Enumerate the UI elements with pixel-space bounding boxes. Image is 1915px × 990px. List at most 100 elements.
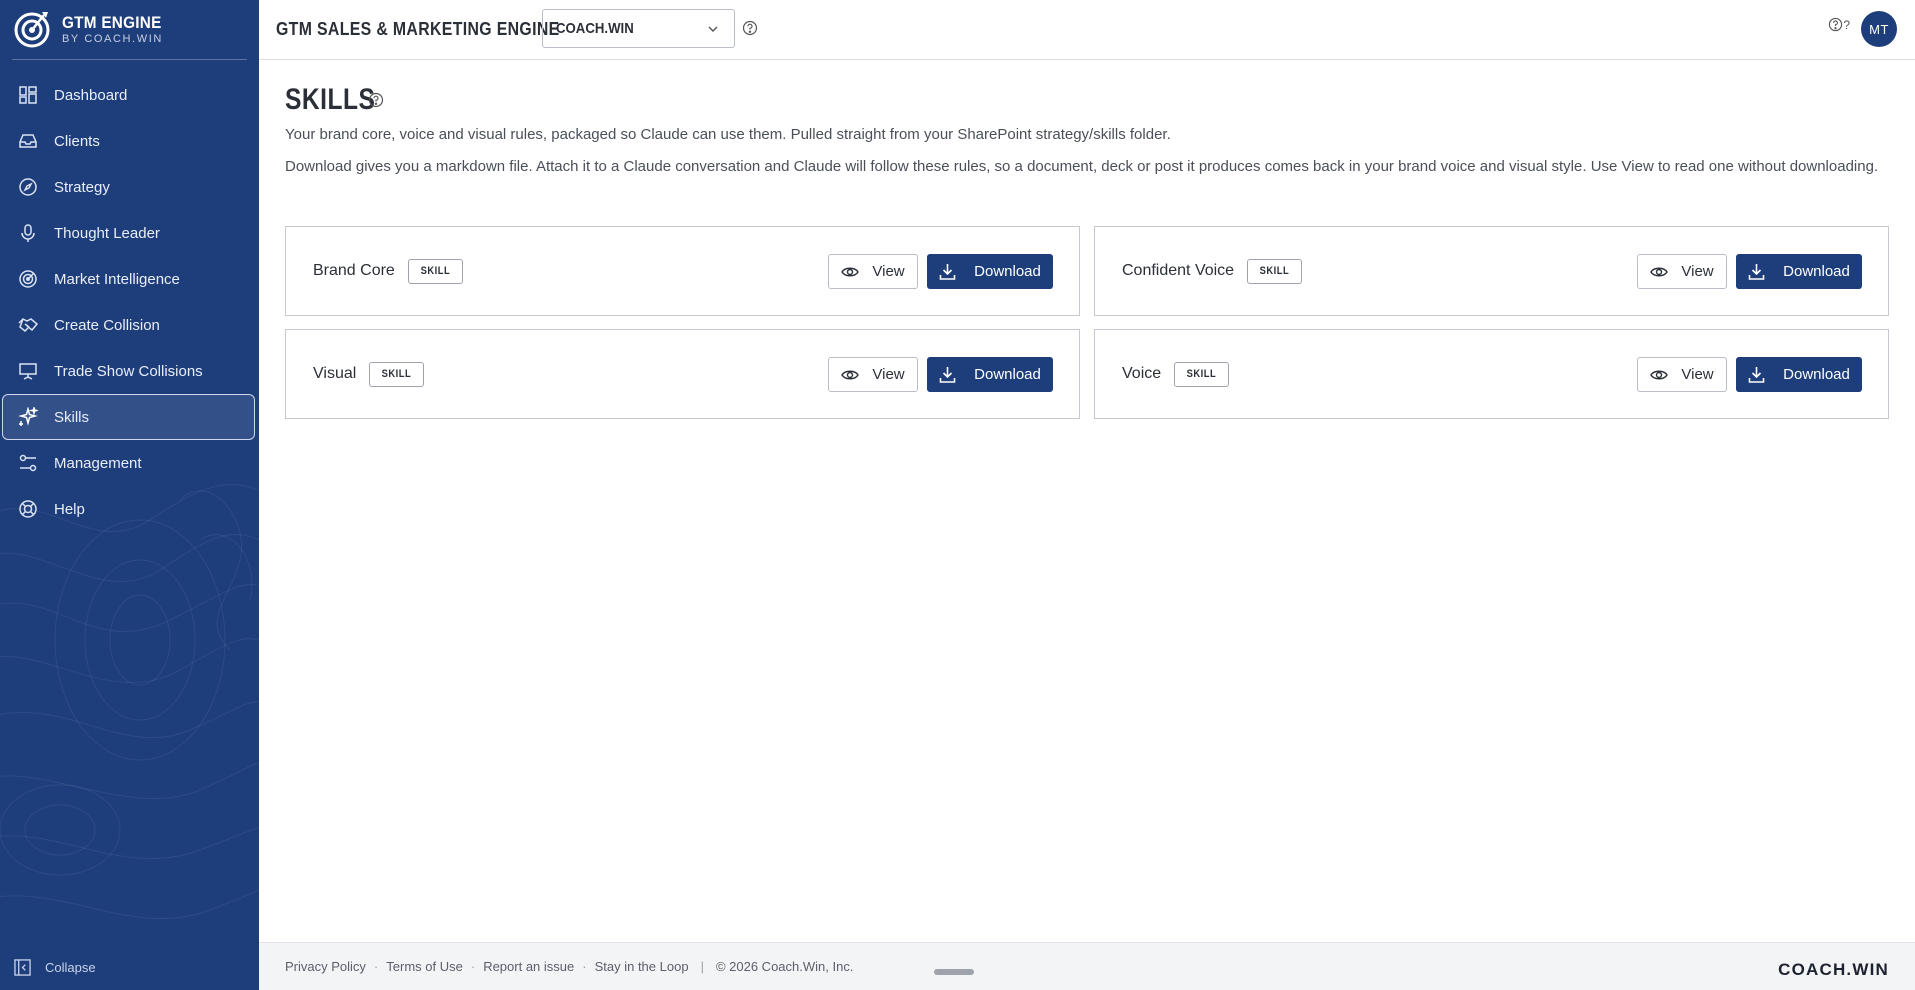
view-label: View [872, 366, 905, 383]
download-icon [1748, 264, 1765, 280]
resize-handle[interactable] [934, 969, 974, 975]
help-circle-icon[interactable] [742, 20, 758, 36]
presentation-icon [18, 361, 38, 381]
footer-separator: · [373, 959, 379, 974]
sidebar-item-dashboard[interactable]: Dashboard [2, 72, 255, 118]
sidebar: GTM ENGINE BY COACH.WIN Dashboard Client… [0, 0, 259, 990]
sidebar-item-label: Thought Leader [54, 224, 160, 242]
footer-separator: · [470, 959, 476, 974]
sidebar-item-label: Dashboard [54, 86, 128, 104]
sidebar-item-create-collision[interactable]: Create Collision [2, 302, 255, 348]
microphone-icon [18, 223, 38, 243]
sidebar-item-help[interactable]: Help [2, 486, 255, 532]
download-button[interactable]: Download [927, 254, 1053, 289]
view-button[interactable]: View [1637, 254, 1727, 289]
skill-card-voice: Voice SKILL View Download [1094, 329, 1889, 419]
collapse-button[interactable]: Collapse [14, 959, 96, 976]
brand[interactable]: GTM ENGINE BY COACH.WIN [12, 9, 173, 49]
page-instructions: Download gives you a markdown file. Atta… [285, 158, 1879, 175]
sidebar-nav: Dashboard Clients Strategy Thought Leade… [0, 72, 259, 532]
skill-badge: SKILL [407, 258, 463, 284]
skill-name: Visual [313, 365, 357, 382]
sidebar-item-trade-show-collisions[interactable]: Trade Show Collisions [2, 348, 255, 394]
sidebar-item-label: Management [54, 454, 142, 472]
chevron-down-icon [708, 26, 718, 32]
main-content: SKILLS Your brand core, voice and visual… [259, 61, 1915, 942]
client-select-value: COACH.WIN [556, 20, 634, 37]
skill-badge-text: SKILL [381, 368, 412, 380]
view-button[interactable]: View [1637, 357, 1727, 392]
help-menu-button[interactable]: ? [1828, 17, 1850, 32]
handshake-icon [18, 315, 38, 335]
sidebar-item-label: Market Intelligence [54, 270, 180, 288]
avatar[interactable]: MT [1861, 11, 1897, 47]
download-label: Download [974, 263, 1041, 280]
sidebar-item-label: Create Collision [54, 316, 160, 334]
view-button[interactable]: View [828, 357, 918, 392]
download-label: Download [1783, 366, 1850, 383]
footer: Privacy Policy · Terms of Use · Report a… [259, 942, 1915, 990]
dashboard-icon [18, 85, 38, 105]
eye-icon [841, 267, 860, 276]
sidebar-item-market-intelligence[interactable]: Market Intelligence [2, 256, 255, 302]
footer-link-report-issue[interactable]: Report an issue [483, 959, 574, 974]
view-label: View [1681, 366, 1714, 383]
sidebar-item-management[interactable]: Management [2, 440, 255, 486]
sparkles-icon [18, 407, 38, 427]
skill-badge-text: SKILL [1259, 265, 1290, 277]
help-menu-text: ? [1843, 17, 1850, 32]
eye-icon [841, 370, 860, 379]
help-circle-icon[interactable] [368, 92, 384, 108]
skill-card-brand-core: Brand Core SKILL View Download [285, 226, 1080, 316]
footer-link-terms-of-use[interactable]: Terms of Use [386, 959, 463, 974]
sidebar-item-label: Clients [54, 132, 100, 150]
eye-icon [1650, 267, 1669, 276]
footer-logo: COACH.WIN [1778, 960, 1889, 979]
sidebar-item-label: Help [54, 500, 85, 518]
download-label: Download [974, 366, 1041, 383]
page-title: SKILLS [285, 83, 376, 116]
footer-copyright: © 2026 Coach.Win, Inc. [715, 959, 854, 974]
sliders-icon [18, 453, 38, 473]
lifebuoy-icon [18, 499, 38, 519]
skill-badge: SKILL [1247, 258, 1302, 284]
brand-divider [12, 59, 247, 60]
view-label: View [872, 263, 905, 280]
download-label: Download [1783, 263, 1850, 280]
skill-badge-text: SKILL [1186, 368, 1217, 380]
sidebar-item-label: Skills [54, 408, 90, 426]
help-circle-icon [1829, 17, 1843, 32]
download-button[interactable]: Download [927, 357, 1053, 392]
skill-card-visual: Visual SKILL View Download [285, 329, 1080, 419]
sidebar-item-label: Trade Show Collisions [54, 362, 203, 380]
download-button[interactable]: Download [1736, 254, 1862, 289]
inbox-icon [18, 131, 38, 151]
footer-divider: | [700, 959, 704, 974]
brand-title: GTM ENGINE [62, 12, 162, 32]
skills-grid: Brand Core SKILL View Download Confident… [285, 226, 1889, 419]
download-button[interactable]: Download [1736, 357, 1862, 392]
skill-badge-text: SKILL [420, 265, 451, 277]
skill-card-confident-voice: Confident Voice SKILL View Download [1094, 226, 1889, 316]
sidebar-item-clients[interactable]: Clients [2, 118, 255, 164]
sidebar-item-skills[interactable]: Skills [2, 394, 255, 440]
skill-name: Voice [1122, 365, 1162, 382]
collapse-icon [14, 959, 31, 976]
footer-separator: · [582, 959, 587, 974]
top-header: GTM SALES & MARKETING ENGINE COACH.WIN ?… [259, 0, 1915, 60]
download-icon [939, 367, 956, 383]
eye-icon [1650, 370, 1669, 379]
radar-icon [18, 269, 38, 289]
collapse-label: Collapse [45, 960, 96, 975]
sidebar-item-label: Strategy [54, 178, 110, 196]
view-button[interactable]: View [828, 254, 918, 289]
sidebar-item-strategy[interactable]: Strategy [2, 164, 255, 210]
skill-name: Confident Voice [1122, 262, 1235, 279]
skill-name: Brand Core [313, 262, 395, 279]
client-select[interactable]: COACH.WIN [542, 9, 735, 48]
compass-icon [18, 177, 38, 197]
skill-badge: SKILL [369, 361, 425, 387]
footer-link-stay-in-the-loop[interactable]: Stay in the Loop [595, 959, 689, 974]
footer-link-privacy-policy[interactable]: Privacy Policy [285, 959, 366, 974]
sidebar-item-thought-leader[interactable]: Thought Leader [2, 210, 255, 256]
